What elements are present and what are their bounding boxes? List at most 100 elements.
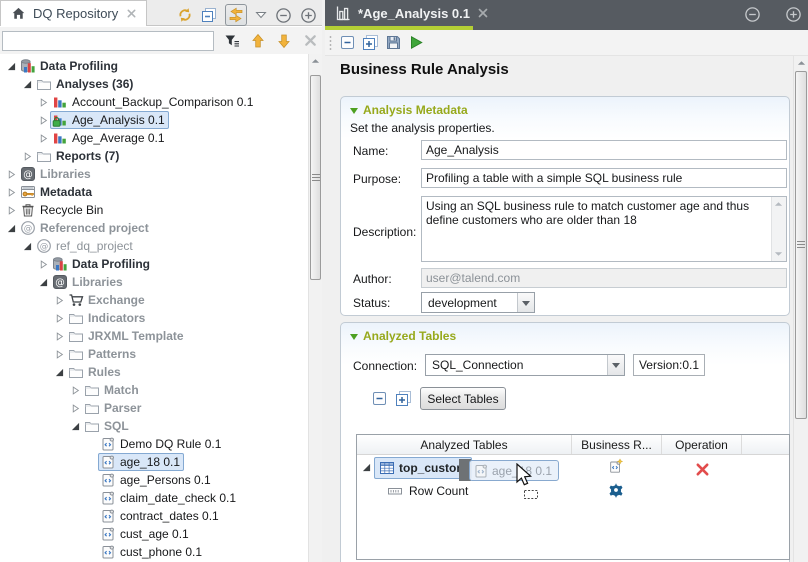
dropdown-arrow-icon[interactable] (607, 355, 624, 375)
tree-item-age-18-0-1[interactable]: age_18 0.1 (0, 453, 308, 471)
tree-item-indicators[interactable]: Indicators (0, 309, 308, 327)
collapse-arrow-icon[interactable] (4, 224, 18, 233)
expand-arrow-icon[interactable] (36, 260, 50, 269)
expand-arrow-icon[interactable] (4, 206, 18, 215)
tree-item-match[interactable]: Match (0, 381, 308, 399)
expand-arrow-icon[interactable] (20, 152, 34, 161)
analyzed-tables-header[interactable]: Analyzed Tables (350, 328, 456, 344)
column-header-operation[interactable]: Operation (662, 435, 742, 454)
options-gear-icon[interactable] (608, 482, 624, 498)
expand-sections-icon[interactable] (362, 34, 379, 51)
tab-dq-repository[interactable]: DQ Repository (0, 0, 147, 26)
maximize-icon[interactable] (300, 7, 317, 24)
scroll-down-icon[interactable] (774, 251, 783, 257)
delete-icon[interactable] (694, 461, 710, 477)
collapse-sections-icon[interactable] (339, 34, 356, 51)
expand-table-icon[interactable] (395, 390, 412, 407)
move-up-icon[interactable] (250, 33, 266, 49)
table-row[interactable]: top_custom (357, 456, 789, 480)
collapse-arrow-icon[interactable] (36, 278, 50, 287)
close-tab-icon[interactable] (125, 8, 137, 20)
select-tables-button[interactable]: Select Tables (420, 387, 506, 410)
scroll-up-icon[interactable] (309, 54, 322, 68)
tree-item-age-average-0-1[interactable]: Age_Average 0.1 (0, 129, 308, 147)
tree-item-demo-dq-rule-0-1[interactable]: Demo DQ Rule 0.1 (0, 435, 308, 453)
tree-item-analyses-36[interactable]: Analyses (36) (0, 75, 308, 93)
tree-item-jrxml-template[interactable]: JRXML Template (0, 327, 308, 345)
tree-item-rules[interactable]: Rules (0, 363, 308, 381)
tree-item-account-backup-comparison-0-1[interactable]: Account_Backup_Comparison 0.1 (0, 93, 308, 111)
collapse-arrow-icon[interactable] (68, 422, 82, 431)
editor-maximize-icon[interactable] (785, 6, 802, 23)
tree-item-libraries[interactable]: @Libraries (0, 165, 308, 183)
expand-arrow-icon[interactable] (36, 116, 50, 125)
connection-dropdown[interactable]: SQL_Connection (425, 354, 625, 376)
expand-arrow-icon[interactable] (4, 170, 18, 179)
table-row[interactable]: Row Count (357, 481, 789, 501)
filter-icon[interactable] (224, 33, 240, 49)
move-down-icon[interactable] (276, 33, 292, 49)
tree-item-referenced-project[interactable]: @Referenced project (0, 219, 308, 237)
minimize-icon[interactable] (275, 7, 292, 24)
tree-item-libraries[interactable]: @Libraries (0, 273, 308, 291)
tree-item-sql[interactable]: SQL (0, 417, 308, 435)
filter-input[interactable] (2, 31, 214, 51)
expand-arrow-icon[interactable] (4, 188, 18, 197)
collapse-arrow-icon[interactable] (52, 368, 66, 377)
expand-arrow-icon[interactable] (36, 134, 50, 143)
scroll-up-icon[interactable] (794, 56, 808, 70)
toolbar-drag-handle[interactable] (329, 35, 332, 50)
editor-scrollbar[interactable] (793, 56, 808, 562)
expand-arrow-icon[interactable] (68, 404, 82, 413)
name-input[interactable] (421, 140, 787, 160)
analysis-metadata-header[interactable]: Analysis Metadata (350, 102, 468, 118)
collapse-all-icon[interactable] (201, 7, 217, 23)
editor-minimize-icon[interactable] (744, 6, 761, 23)
tree-item-exchange[interactable]: Exchange (0, 291, 308, 309)
column-header-business-rule[interactable]: Business R... (572, 435, 662, 454)
tree-item-metadata[interactable]: Metadata (0, 183, 308, 201)
link-with-editor-button[interactable] (225, 4, 247, 26)
column-header-analyzed-tables[interactable]: Analyzed Tables (357, 435, 572, 454)
tree-scrollbar-thumb[interactable] (310, 75, 321, 280)
run-icon[interactable] (408, 34, 425, 51)
tree-item-recycle-bin[interactable]: Recycle Bin (0, 201, 308, 219)
view-menu-icon[interactable] (255, 9, 267, 21)
expand-arrow-icon[interactable] (52, 332, 66, 341)
scroll-up-icon[interactable] (774, 201, 783, 207)
expand-arrow-icon[interactable] (362, 463, 371, 472)
collapse-arrow-icon[interactable] (4, 62, 18, 71)
tab-age-analysis[interactable]: *Age_Analysis 0.1 (325, 0, 808, 26)
editor-scrollbar-thumb[interactable] (795, 71, 807, 419)
description-textarea[interactable]: Using an SQL business rule to match cust… (422, 197, 771, 261)
tree-item-data-profiling[interactable]: Data Profiling (0, 57, 308, 75)
tree-item-cust-phone-0-1[interactable]: cust_phone 0.1 (0, 543, 308, 561)
description-scrollbar[interactable] (771, 197, 786, 261)
tree-item-claim-date-check-0-1[interactable]: claim_date_check 0.1 (0, 489, 308, 507)
tree-item-ref-dq-project[interactable]: @ref_dq_project (0, 237, 308, 255)
tree-item-contract-dates-0-1[interactable]: contract_dates 0.1 (0, 507, 308, 525)
clear-filter-icon[interactable] (302, 33, 318, 49)
dropdown-arrow-icon[interactable] (517, 293, 534, 312)
close-editor-tab-icon[interactable] (477, 7, 489, 19)
add-business-rule-icon[interactable] (608, 458, 624, 474)
status-dropdown[interactable]: development (421, 292, 535, 313)
selected-table-cell[interactable]: top_custom (374, 457, 472, 479)
collapse-arrow-icon[interactable] (20, 80, 34, 89)
tree-item-cust-age-0-1[interactable]: cust_age 0.1 (0, 525, 308, 543)
expand-arrow-icon[interactable] (68, 386, 82, 395)
collapse-table-icon[interactable] (371, 390, 388, 407)
tree-item-age-analysis-0-1[interactable]: Age_Analysis 0.1 (0, 111, 308, 129)
tree-scrollbar[interactable] (308, 54, 322, 562)
tree-item-parser[interactable]: Parser (0, 399, 308, 417)
expand-arrow-icon[interactable] (52, 296, 66, 305)
expand-arrow-icon[interactable] (52, 350, 66, 359)
expand-arrow-icon[interactable] (52, 314, 66, 323)
tree-item-data-profiling[interactable]: Data Profiling (0, 255, 308, 273)
collapse-arrow-icon[interactable] (20, 242, 34, 251)
expand-arrow-icon[interactable] (36, 98, 50, 107)
refresh-icon[interactable] (177, 7, 193, 23)
purpose-input[interactable] (421, 168, 787, 188)
tree-item-age-persons-0-1[interactable]: age_Persons 0.1 (0, 471, 308, 489)
tree-item-reports-7[interactable]: Reports (7) (0, 147, 308, 165)
